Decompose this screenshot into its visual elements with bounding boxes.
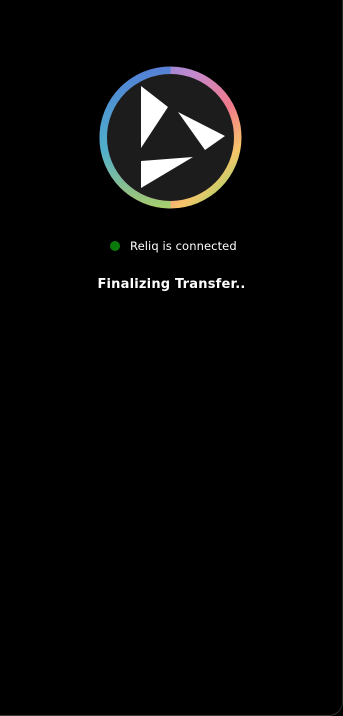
transfer-progress-message: Finalizing Transfer.. bbox=[97, 277, 246, 292]
connection-status: Reliq is connected bbox=[110, 238, 237, 254]
app-screen: Reliq is connected Finalizing Transfer.. bbox=[0, 0, 343, 716]
reliq-logo-icon bbox=[99, 66, 242, 209]
connection-status-text: Reliq is connected bbox=[130, 239, 237, 253]
status-indicator-dot bbox=[110, 241, 120, 251]
